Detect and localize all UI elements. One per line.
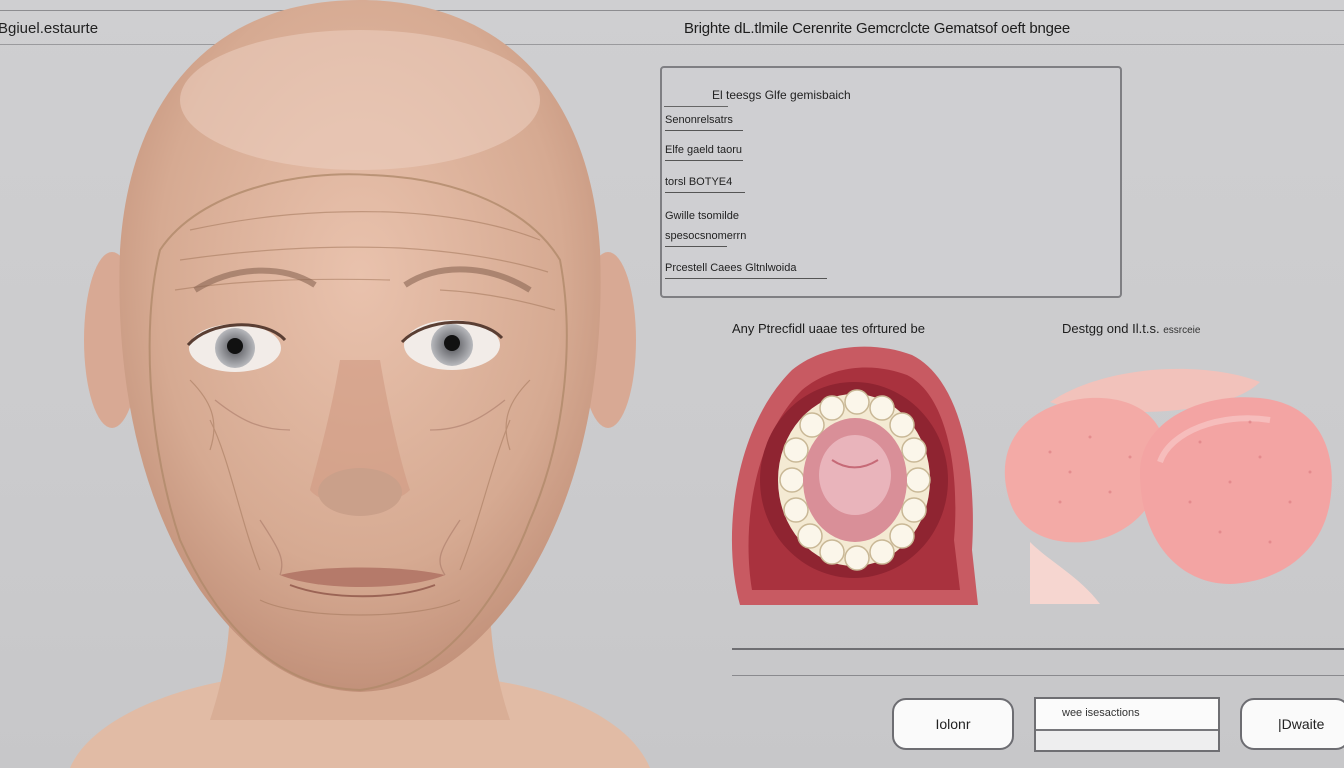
window-title: Brighte dL.tlmile Cerenrite Gemcrclcte G…	[684, 20, 1071, 37]
panel-row-3[interactable]: torsl BOTYE4	[665, 176, 745, 193]
right-action-button[interactable]: |Dwaite	[1240, 698, 1344, 750]
tongue-caption-small: essrceie	[1163, 325, 1201, 336]
tongue-caption-main: Destgg ond Il.t.s.	[1062, 321, 1160, 336]
panel-row-label: Senonrelsatrs	[665, 114, 733, 126]
value-field[interactable]: wee isesactions	[1034, 697, 1220, 752]
panel-row-2[interactable]: Elfe gaeld taoru	[665, 144, 743, 161]
panel-row-4[interactable]: Gwille tsomilde	[665, 210, 739, 222]
section-divider	[732, 648, 1344, 650]
panel-row-label: Prcestell Caees Gltnlwoida	[665, 262, 797, 274]
mouth-illustration	[731, 346, 978, 605]
value-field-text: wee isesactions	[1062, 707, 1140, 719]
row-underline	[665, 278, 827, 279]
section-divider-secondary	[732, 675, 1344, 676]
panel-row-5[interactable]: spesocsnomerrn	[665, 230, 747, 247]
info-panel: El teesgs Glfe gemisbaich Senonrelsatrs …	[660, 66, 1122, 298]
row-underline	[665, 246, 727, 247]
row-underline	[665, 130, 743, 131]
tongue-illustration	[1004, 368, 1332, 604]
panel-row-1[interactable]: Senonrelsatrs	[665, 114, 743, 131]
panel-row-label: Elfe gaeld taoru	[665, 144, 743, 156]
value-field-input[interactable]: wee isesactions	[1036, 699, 1218, 731]
row-underline	[665, 192, 745, 193]
panel-heading: El teesgs Glfe gemisbaich	[712, 88, 851, 102]
row-underline	[665, 160, 743, 161]
panel-row-label: spesocsnomerrn	[665, 230, 747, 242]
panel-row-label: torsl BOTYE4	[665, 176, 733, 188]
left-action-button[interactable]: Iolonr	[892, 698, 1014, 750]
tongue-caption: Destgg ond Il.t.s. essrceie	[1062, 321, 1200, 336]
face-illustration	[70, 0, 650, 768]
panel-row-label: Gwille tsomilde	[665, 210, 739, 222]
panel-row-6[interactable]: Prcestell Caees Gltnlwoida	[665, 262, 827, 279]
panel-heading-underline	[664, 106, 728, 107]
mouth-caption: Any Ptrecfidl uaae tes ofrtured be	[732, 321, 925, 336]
